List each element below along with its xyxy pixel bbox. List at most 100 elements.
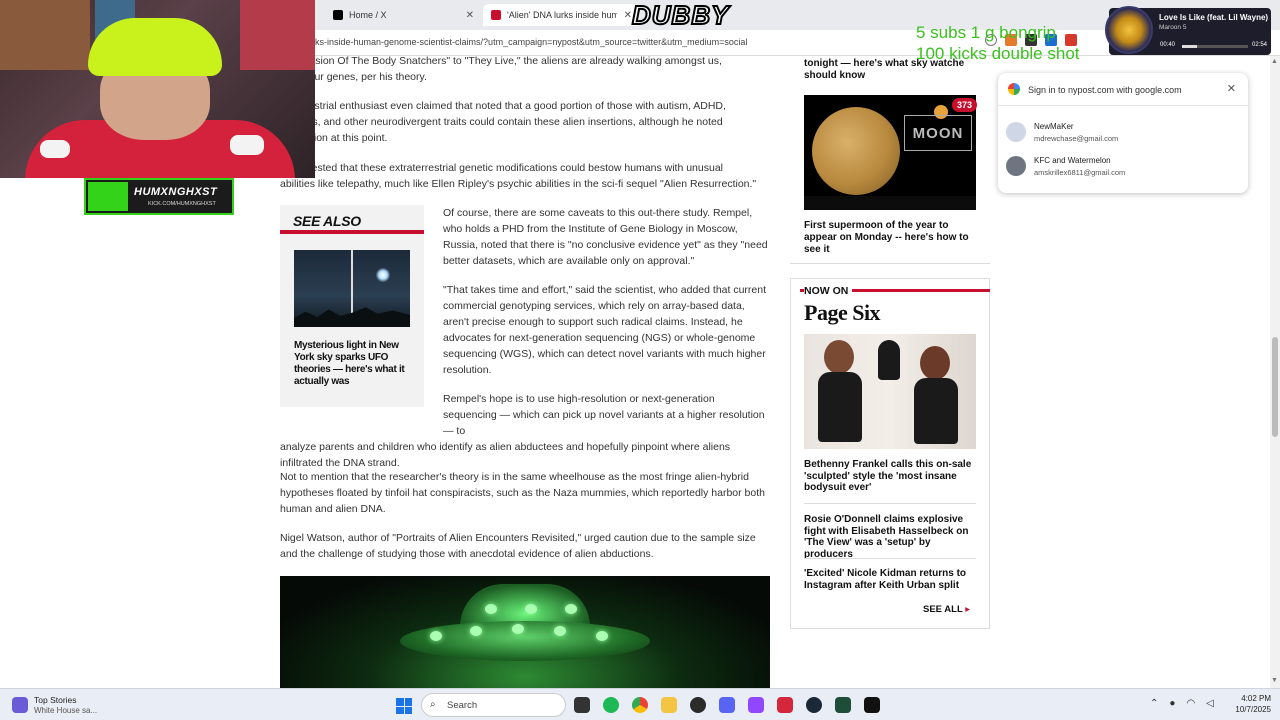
account-option[interactable]: KFC and Watermelon amskrillex6811@gmail.… (1006, 152, 1236, 182)
ufo-light (565, 604, 577, 614)
comment-count-badge[interactable]: 373 (952, 98, 978, 112)
playback-progress (1182, 45, 1248, 48)
app-icon[interactable] (835, 697, 851, 713)
see-also-box[interactable]: SEE ALSO Mysterious light in New York sk… (280, 205, 424, 407)
twitch-icon[interactable] (748, 697, 764, 713)
bodysuit-product (878, 340, 900, 380)
scrollbar-thumb[interactable] (1272, 337, 1278, 437)
scroll-down-arrow-icon[interactable]: ▼ (1271, 677, 1278, 684)
ufo-image (280, 576, 770, 688)
close-icon[interactable]: ✕ (624, 10, 632, 21)
person-head (920, 346, 950, 380)
avatar (1006, 156, 1026, 176)
page-six-story-link[interactable]: 'Excited' Nicole Kidman returns to Insta… (804, 568, 976, 591)
chevron-up-icon[interactable]: ⌃ (1150, 698, 1158, 709)
taskbar-search[interactable]: ⌕ Search (421, 693, 566, 717)
steam-icon[interactable] (806, 697, 822, 713)
screen: Home / X ✕ 'Alien' DNA lurks inside huma… (0, 0, 1280, 720)
page-six-logo[interactable]: Page Six (804, 300, 881, 326)
article-paragraph: m "Invasion Of The Body Snatchers" to "T… (280, 53, 770, 85)
supermoon-image[interactable]: MOON (804, 95, 976, 210)
hoodie-pattern (230, 135, 264, 155)
see-also-heading: SEE ALSO (293, 213, 361, 229)
close-icon[interactable]: ✕ (466, 10, 474, 21)
close-icon[interactable]: ✕ (1227, 82, 1236, 95)
discord-icon[interactable] (719, 697, 735, 713)
wifi-icon[interactable]: ◠ (1186, 698, 1195, 709)
account-email: amskrillex6811@gmail.com (1034, 168, 1126, 177)
article-paragraph: n suggested that these extraterrestrial … (280, 160, 770, 192)
file-explorer-icon[interactable] (661, 697, 677, 713)
story-divider (804, 558, 976, 559)
search-icon: ⌕ (430, 699, 436, 710)
account-email: mdrewchase@gmail.com (1034, 134, 1119, 143)
ufo-light (554, 626, 566, 636)
channel-brand-plate: HUMXNGHXST KICK.COM/HUMXNGHXST (84, 178, 234, 215)
url-text[interactable]: rks-inside-human-genome-scientist-claims… (312, 37, 747, 47)
ufo-light (430, 631, 442, 641)
see-all-link[interactable]: SEE ALL ▸ (923, 604, 970, 615)
now-playing-widget: Love Is Like (feat. Lil Wayne) Maroon 5 … (1105, 6, 1271, 55)
person-bodysuit (818, 372, 862, 442)
article-line: abilities like telepathy, much like Elle… (280, 178, 757, 190)
article-line: laged our genes, per his theory. (280, 71, 427, 83)
page-six-story-link[interactable]: Bethenny Frankel calls this on-sale 'scu… (804, 459, 976, 494)
news-widget[interactable]: Top Stories White House sa... (12, 694, 152, 718)
see-also-link[interactable]: Mysterious light in New York sky sparks … (294, 340, 412, 388)
beanie (88, 18, 222, 76)
ufo-light (512, 624, 524, 634)
tab-home-x[interactable]: Home / X ✕ (325, 4, 480, 26)
elapsed-time: 00:40 (1160, 42, 1176, 48)
article-paragraph: Nigel Watson, author of "Portraits of Al… (280, 532, 756, 560)
microphone-icon[interactable]: ● (1169, 698, 1175, 709)
windows-start-icon[interactable] (396, 698, 412, 714)
see-also-image[interactable] (294, 250, 410, 327)
rail-story-line: should know (804, 70, 866, 81)
google-logo-icon (1008, 83, 1020, 95)
popup-divider (998, 105, 1248, 106)
moon-graphic (812, 107, 900, 195)
spotify-icon[interactable] (603, 697, 619, 713)
stream-goal-text: 100 kicks double shot (916, 44, 1080, 63)
ufo-light (470, 626, 482, 636)
supermoon-link[interactable]: First supermoon of the year to appear on… (804, 220, 980, 256)
search-placeholder: Search (447, 700, 478, 711)
news-title: Top Stories (34, 695, 77, 705)
scroll-up-arrow-icon[interactable]: ▲ (1271, 58, 1278, 65)
album-art (1105, 6, 1153, 54)
news-widget-icon (12, 697, 28, 713)
article-line: m "Invasion Of The Body Snatchers" to "T… (280, 55, 722, 67)
app-icon[interactable] (574, 697, 590, 713)
system-clock[interactable]: 4:02 PM 10/7/2025 (1225, 693, 1271, 715)
chrome-icon[interactable] (632, 697, 648, 713)
account-option[interactable]: NewMaKer mdrewchase@gmail.com (1006, 118, 1236, 148)
page-six-image[interactable] (804, 334, 976, 449)
article-paragraph: Of course, there are some caveats to thi… (443, 207, 768, 267)
story-divider (804, 503, 976, 504)
arrow-right-icon: ▸ (965, 604, 971, 615)
rail-divider (790, 263, 990, 264)
progress-fill (1182, 45, 1198, 48)
wall-poster (240, 0, 315, 70)
pinned-apps (574, 697, 880, 713)
popup-title: Sign in to nypost.com with google.com (1028, 85, 1182, 95)
speaker-icon[interactable]: ◁ (1206, 698, 1214, 709)
app-icon[interactable] (777, 697, 793, 713)
app-icon[interactable] (690, 697, 706, 713)
person-bodysuit (914, 378, 958, 444)
article-line: n suggested that these extraterrestrial … (280, 162, 723, 174)
ufo-light (525, 604, 537, 614)
sponsor-overlay: DUBBY (631, 0, 730, 31)
system-tray: ⌃ ● ◠ ◁ (1150, 698, 1214, 709)
tab-label: Home / X (349, 10, 387, 20)
now-on-label: NOW ON (804, 285, 853, 297)
kick-icon[interactable] (864, 697, 880, 713)
article-line: berger's, and other neurodivergent trait… (280, 116, 723, 128)
news-subtitle: White House sa... (34, 706, 98, 715)
account-name: NewMaKer (1034, 122, 1074, 131)
article-paragraph: ra-terrestrial enthusiast even claimed t… (280, 98, 770, 146)
ufo-saucer (400, 621, 650, 661)
horizon (804, 196, 976, 210)
tab-article[interactable]: 'Alien' DNA lurks inside human ✕ (483, 4, 638, 26)
page-six-story-link[interactable]: Rosie O'Donnell claims explosive fight w… (804, 514, 976, 560)
